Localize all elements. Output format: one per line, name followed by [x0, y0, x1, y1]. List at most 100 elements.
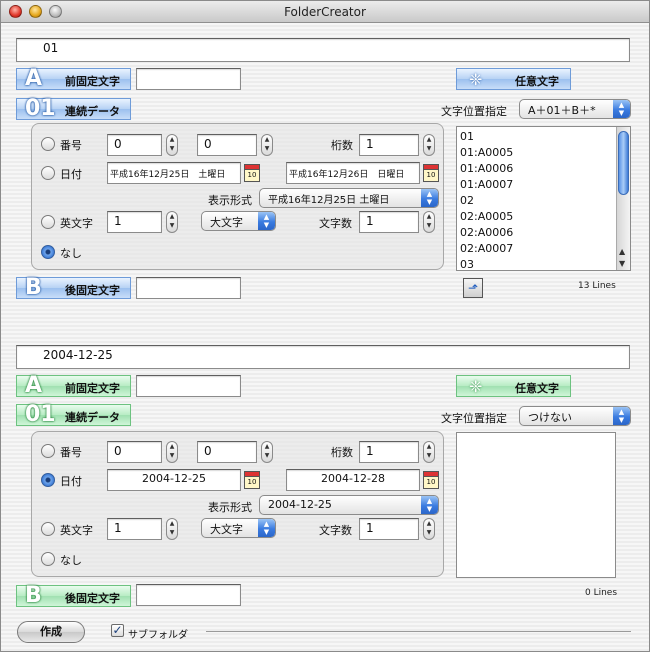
top-line-count: 13 Lines [578, 281, 616, 291]
bottom-arbitrary-char-button[interactable]: ❈ 任意文字 [456, 375, 571, 397]
bottom-number-from-stepper[interactable]: ▲ ▼ [166, 441, 178, 463]
top-digits-input[interactable]: 1 [359, 134, 419, 156]
top-number-radio[interactable] [41, 137, 55, 151]
list-item[interactable]: 01 [457, 129, 630, 145]
top-list-scroll-thumb[interactable] [618, 131, 629, 195]
list-item[interactable]: 02:A0006 [457, 225, 630, 241]
bottom-date-to-calendar-icon[interactable]: 10 [423, 471, 439, 489]
list-item[interactable]: 01:A0006 [457, 161, 630, 177]
bottom-char-position-select[interactable]: つけない ▲ ▼ [519, 406, 631, 426]
top-sequence-label: 連続データ [65, 105, 120, 118]
scroll-down-icon[interactable]: ▼ [619, 259, 625, 268]
top-alpha-start-input[interactable]: 1 [107, 211, 162, 233]
bottom-preview-field[interactable]: 2004-12-25 [16, 345, 630, 369]
title-bar[interactable]: FolderCreator [1, 1, 649, 23]
footer-divider [206, 631, 631, 632]
bottom-alpha-start-stepper[interactable]: ▲ ▼ [166, 518, 178, 540]
bottom-number-to-input[interactable]: 0 [197, 441, 257, 463]
bottom-alpha-label: 英文字 [60, 524, 93, 537]
bottom-format-value: 2004-12-25 [268, 498, 332, 511]
top-suffix-button[interactable]: B 後固定文字 [16, 275, 131, 300]
top-digits-stepper[interactable]: ▲ ▼ [423, 134, 435, 156]
top-list-scrollbar[interactable]: ▲ ▼ [616, 127, 630, 270]
bottom-number-to-stepper[interactable]: ▲ ▼ [261, 441, 273, 463]
top-alpha-label: 英文字 [60, 217, 93, 230]
top-none-radio[interactable] [41, 245, 55, 259]
list-item[interactable]: 01:A0005 [457, 145, 630, 161]
top-count-stepper[interactable]: ▲ ▼ [423, 211, 435, 233]
bottom-prefix-input[interactable] [136, 375, 241, 397]
top-result-list[interactable]: 01 01:A0005 01:A0006 01:A0007 02 02:A0005 02:A… [456, 126, 631, 271]
create-button[interactable]: 作成 [17, 621, 85, 643]
top-char-position-label: 文字位置指定 [441, 105, 507, 118]
popup-arrows-icon: ▲ ▼ [613, 100, 630, 118]
top-char-position-select[interactable]: A＋01＋B＋* ▲ ▼ [519, 99, 631, 119]
close-window-button[interactable] [9, 5, 22, 18]
bottom-format-label: 表示形式 [208, 501, 252, 514]
top-arbitrary-label: 任意文字 [515, 75, 559, 88]
bottom-date-from-input[interactable]: 2004-12-25 [107, 469, 241, 491]
top-prefix-input[interactable] [136, 68, 241, 90]
bottom-result-list[interactable] [456, 432, 616, 578]
minimize-window-button[interactable] [29, 5, 42, 18]
list-item[interactable]: 01:A0007 [457, 177, 630, 193]
zoom-window-button[interactable] [49, 5, 62, 18]
bottom-none-radio[interactable] [41, 552, 55, 566]
subfolder-checkbox[interactable]: ✓ [111, 624, 124, 637]
top-number-from-input[interactable]: 0 [107, 134, 162, 156]
bottom-date-to-input[interactable]: 2004-12-28 [286, 469, 420, 491]
bottom-date-from-calendar-icon[interactable]: 10 [244, 471, 260, 489]
top-number-to-input[interactable]: 0 [197, 134, 257, 156]
top-date-to-calendar-icon[interactable]: 10 [423, 164, 439, 182]
list-item[interactable]: 02:A0007 [457, 241, 630, 257]
bottom-prefix-label: 前固定文字 [65, 382, 120, 395]
export-list-icon[interactable]: ⬏ [463, 278, 483, 298]
top-alpha-radio[interactable] [41, 215, 55, 229]
top-prefix-button[interactable]: A 前固定文字 [16, 66, 131, 91]
top-alpha-start-stepper[interactable]: ▲ ▼ [166, 211, 178, 233]
letter-a-icon: A [25, 66, 43, 91]
top-arbitrary-char-button[interactable]: ❈ 任意文字 [456, 68, 571, 90]
bottom-date-radio[interactable] [41, 473, 55, 487]
top-count-input[interactable]: 1 [359, 211, 419, 233]
bottom-format-select[interactable]: 2004-12-25 ▲ ▼ [259, 495, 439, 515]
top-preview-field[interactable]: 01 [16, 38, 630, 62]
top-date-from-calendar-icon[interactable]: 10 [244, 164, 260, 182]
top-count-label: 文字数 [319, 217, 352, 230]
bottom-arbitrary-label: 任意文字 [515, 382, 559, 395]
top-suffix-input[interactable] [136, 277, 241, 299]
folder-creator-window: FolderCreator 01 A 前固定文字 ❈ 任意文字 01 連続データ… [0, 0, 650, 652]
list-item[interactable]: 02:A0005 [457, 209, 630, 225]
popup-arrows-icon: ▲ ▼ [613, 407, 630, 425]
bottom-suffix-label: 後固定文字 [65, 592, 120, 605]
bottom-count-stepper[interactable]: ▲ ▼ [423, 518, 435, 540]
bottom-digits-input[interactable]: 1 [359, 441, 419, 463]
bottom-number-radio[interactable] [41, 444, 55, 458]
bottom-sequence-button[interactable]: 01 連続データ [16, 402, 131, 427]
top-case-select[interactable]: 大文字 ▲ ▼ [201, 211, 276, 231]
top-sequence-button[interactable]: 01 連続データ [16, 96, 131, 121]
bottom-alpha-radio[interactable] [41, 522, 55, 536]
top-date-radio[interactable] [41, 166, 55, 180]
window-title: FolderCreator [284, 5, 366, 19]
top-date-to-input[interactable]: 平成16年12月26日 日曜日 [286, 162, 420, 184]
top-number-from-stepper[interactable]: ▲ ▼ [166, 134, 178, 156]
top-char-position-value: A＋01＋B＋* [528, 104, 596, 117]
bottom-alpha-start-input[interactable]: 1 [107, 518, 162, 540]
bottom-count-input[interactable]: 1 [359, 518, 419, 540]
top-format-select[interactable]: 平成16年12月25日 土曜日 ▲ ▼ [259, 188, 439, 208]
bottom-number-from-input[interactable]: 0 [107, 441, 162, 463]
scroll-up-icon[interactable]: ▲ [619, 247, 625, 256]
bottom-suffix-button[interactable]: B 後固定文字 [16, 583, 131, 608]
bottom-digits-stepper[interactable]: ▲ ▼ [423, 441, 435, 463]
bottom-prefix-button[interactable]: A 前固定文字 [16, 373, 131, 398]
letter-b-icon: B [25, 275, 42, 300]
bottom-suffix-input[interactable] [136, 584, 241, 606]
top-number-to-stepper[interactable]: ▲ ▼ [261, 134, 273, 156]
bottom-date-label: 日付 [60, 475, 82, 488]
subfolder-label: サブフォルダ [128, 630, 188, 641]
list-item[interactable]: 03 [457, 257, 630, 270]
list-item[interactable]: 02 [457, 193, 630, 209]
top-date-from-input[interactable]: 平成16年12月25日 土曜日 [107, 162, 241, 184]
bottom-case-select[interactable]: 大文字 ▲ ▼ [201, 518, 276, 538]
